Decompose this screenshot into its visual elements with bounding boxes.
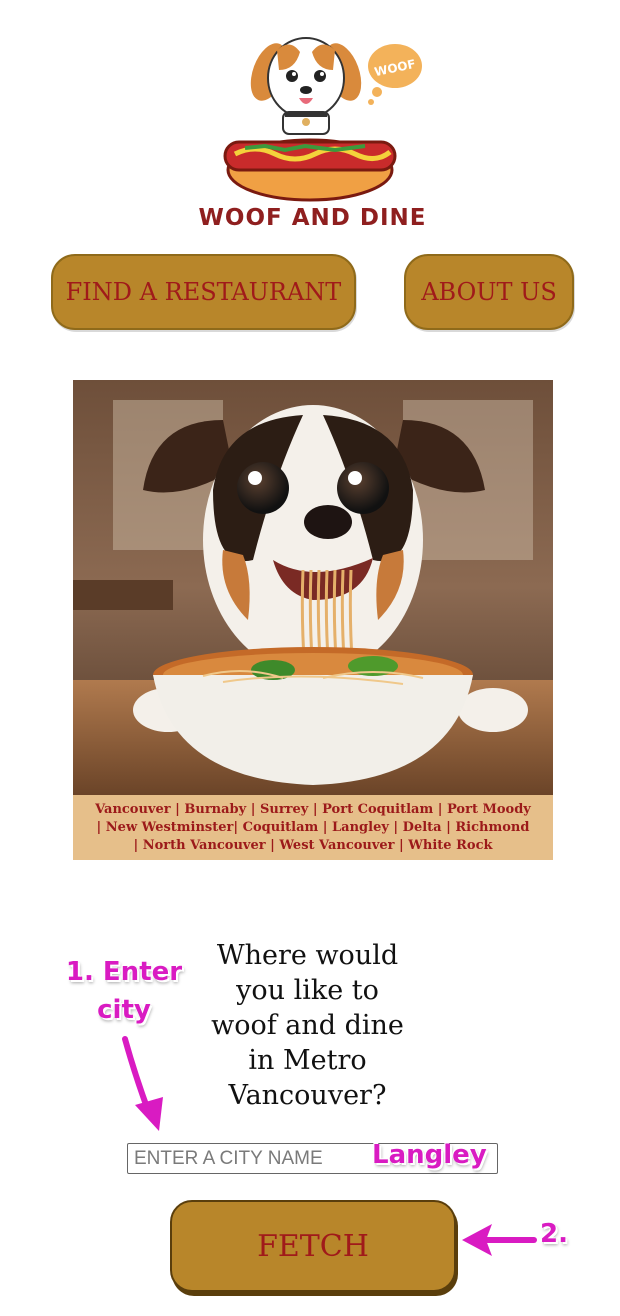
hero-image: Vancouver | Burnaby | Surrey | Port Coqu… [73, 380, 553, 860]
step2-annotation: 2. [540, 1219, 568, 1249]
find-restaurant-button[interactable]: FIND A RESTAURANT [51, 254, 356, 330]
logo-dog-hotdog-icon: WOOF [223, 37, 422, 202]
cities-list: Vancouver | Burnaby | Surrey | Port Coqu… [73, 795, 553, 860]
step1-arrow-icon [122, 1036, 163, 1131]
about-us-button[interactable]: ABOUT US [404, 254, 574, 330]
puppy-eating-ramen-illustration [73, 380, 553, 795]
typed-city-annotation: Langley [372, 1140, 487, 1170]
step1-annotation: 1. Enter city [65, 957, 183, 1025]
brand-name: WOOF AND DINE [198, 205, 427, 231]
step2-arrow-icon [462, 1224, 537, 1256]
search-question: Where would you like to woof and dine in… [211, 940, 404, 1111]
fetch-button[interactable]: FETCH [170, 1200, 456, 1292]
page: WOOF WOOF AND DINE FIND A RESTAURANT ABO… [0, 0, 620, 1316]
